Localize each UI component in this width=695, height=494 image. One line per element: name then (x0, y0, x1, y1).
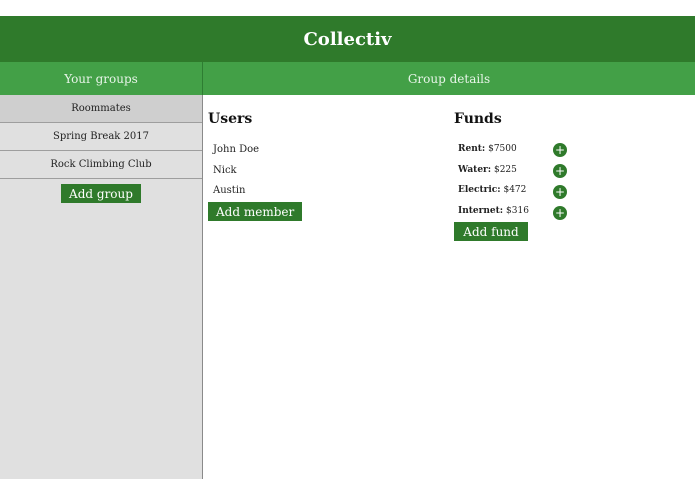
fund-item-rent: Rent: $7500 (458, 144, 517, 154)
your-groups-label: Your groups (64, 71, 138, 86)
group-details-panel: Users John Doe Nick Austin Add member Fu… (203, 95, 695, 479)
groups-sidebar: Roommates Spring Break 2017 Rock Climbin… (0, 95, 203, 479)
fund-name: Rent: (458, 144, 486, 154)
your-groups-header: Your groups (0, 62, 203, 95)
fund-amount: $225 (493, 165, 517, 175)
group-item-label: Rock Climbing Club (50, 159, 152, 170)
group-item-roommates[interactable]: Roommates (0, 95, 202, 123)
fund-item-internet: Internet: $316 (458, 206, 529, 216)
funds-title: Funds (454, 111, 502, 127)
fund-amount: $472 (503, 185, 527, 195)
fund-item-water: Water: $225 (458, 165, 517, 175)
user-item: John Doe (213, 144, 260, 155)
group-details-header: Group details (203, 62, 695, 95)
add-group-wrapper: Add group (0, 184, 202, 203)
fund-name: Electric: (458, 185, 501, 195)
group-details-label: Group details (407, 71, 491, 86)
fund-name: Internet: (458, 206, 504, 216)
group-item-label: Spring Break 2017 (53, 131, 149, 142)
add-payment-icon[interactable]: + (553, 206, 567, 220)
app-header: Collectiv (0, 16, 695, 62)
group-item-label: Roommates (71, 103, 131, 114)
app-title: Collectiv (303, 28, 392, 50)
fund-amount: $316 (506, 206, 529, 216)
top-spacer (0, 0, 695, 16)
user-item: Nick (213, 165, 237, 176)
fund-amount: $7500 (488, 144, 517, 154)
user-item: Austin (213, 185, 246, 196)
add-member-button[interactable]: Add member (208, 202, 303, 221)
users-title: Users (208, 111, 253, 127)
section-header-bar: Your groups Group details (0, 62, 695, 95)
group-item-rock-climbing-club[interactable]: Rock Climbing Club (0, 151, 202, 179)
group-item-spring-break-2017[interactable]: Spring Break 2017 (0, 123, 202, 151)
add-group-button[interactable]: Add group (61, 184, 141, 203)
add-payment-icon[interactable]: + (553, 164, 567, 178)
add-fund-button[interactable]: Add fund (454, 222, 528, 241)
fund-item-electric: Electric: $472 (458, 185, 526, 195)
add-payment-icon[interactable]: + (553, 185, 567, 199)
fund-name: Water: (458, 165, 492, 175)
add-payment-icon[interactable]: + (553, 143, 567, 157)
